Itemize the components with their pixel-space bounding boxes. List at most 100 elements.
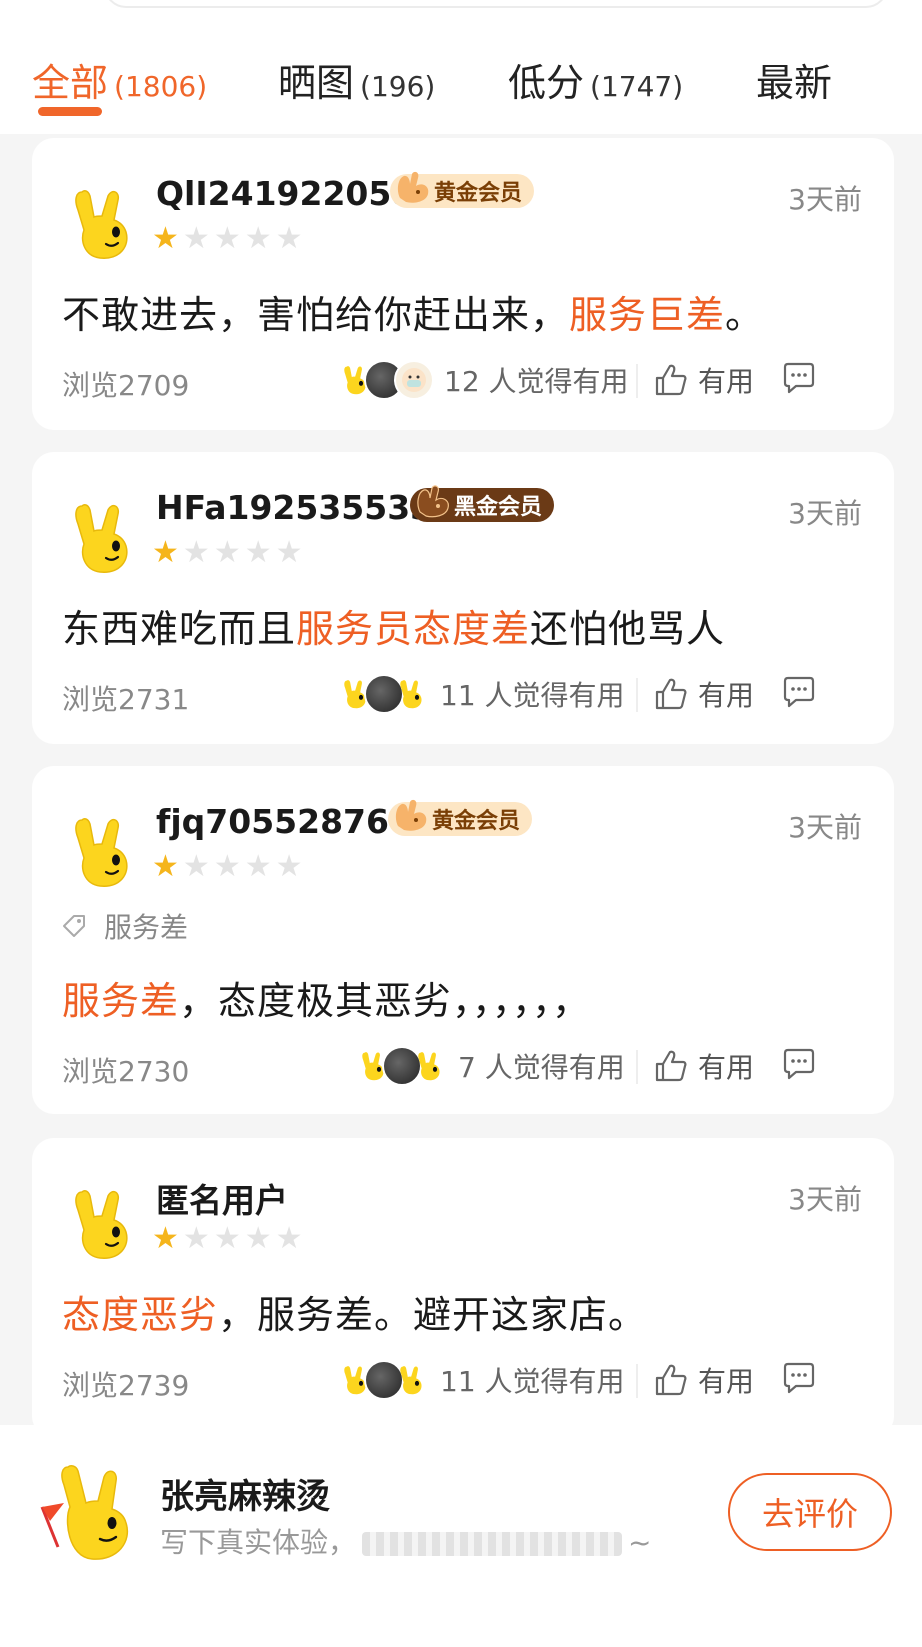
review-time: 3天前: [788, 811, 862, 844]
username[interactable]: QlI241922058: [156, 174, 414, 213]
star-rating: ★ ★ ★ ★ ★: [152, 852, 303, 882]
tab-latest[interactable]: 最新: [756, 52, 832, 105]
star-empty-icon: ★: [182, 849, 210, 884]
star-filled-icon: ★: [152, 1221, 179, 1256]
star-empty-icon: ★: [182, 535, 210, 570]
mini-mascot-avatar-icon: [394, 676, 430, 712]
active-tab-indicator: [38, 107, 102, 116]
review-text-part: ，态度极其恶劣，，，，，，: [179, 979, 592, 1023]
helpful-summary[interactable]: 12 人觉得有用: [338, 360, 629, 400]
thumbs-up-icon: [655, 1364, 687, 1396]
comment-icon[interactable]: [782, 676, 816, 708]
review-input-placeholder[interactable]: 写下真实体验， ~: [160, 1521, 651, 1561]
tab-all[interactable]: 全部 (1806): [32, 52, 207, 105]
tag-label: 服务差: [104, 911, 189, 944]
comment-icon[interactable]: [782, 1048, 816, 1080]
review-text-highlight: 服务员态度差: [296, 607, 531, 651]
member-badge: 黑金会员: [410, 485, 555, 522]
helpful-avatars: [338, 674, 430, 714]
star-rating: ★ ★ ★ ★ ★: [152, 1224, 303, 1254]
tag-icon: [63, 915, 85, 937]
star-empty-icon: ★: [244, 535, 272, 570]
star-empty-icon: ★: [213, 221, 241, 256]
helpful-avatars: [338, 360, 434, 400]
tab-count: (1806): [114, 70, 208, 103]
comment-icon[interactable]: [782, 1362, 816, 1394]
view-count: 浏览2739: [62, 1369, 190, 1402]
blurred-text: [362, 1532, 623, 1556]
helpful-summary[interactable]: 11 人觉得有用: [338, 674, 625, 714]
review-text-part: 不敢进去，害怕给你赶出来，: [62, 293, 570, 337]
star-empty-icon: ★: [244, 1221, 272, 1256]
review-tag[interactable]: 服务差: [60, 906, 188, 946]
star-empty-icon: ★: [213, 849, 241, 884]
member-crown-icon: [397, 171, 429, 203]
review-text-part: 。: [725, 293, 765, 337]
review-text[interactable]: 东西难吃而且服务员态度差还怕他骂人: [62, 598, 725, 653]
review-text[interactable]: 服务差，态度极其恶劣，，，，，，: [62, 970, 591, 1025]
placeholder-tilde: ~: [628, 1526, 652, 1559]
tab-count: (196): [360, 70, 436, 103]
star-empty-icon: ★: [182, 1221, 210, 1256]
view-count: 浏览2709: [62, 369, 190, 402]
helpful-count: 11 人觉得有用: [440, 679, 625, 712]
shop-name: 张亮麻辣烫: [160, 1477, 330, 1517]
star-empty-icon: ★: [213, 1221, 241, 1256]
star-rating: ★ ★ ★ ★ ★: [152, 224, 303, 254]
view-count: 浏览2731: [62, 683, 190, 716]
helpful-avatars: [338, 1360, 430, 1400]
divider: [636, 1050, 638, 1084]
review-text-highlight: 服务差: [62, 979, 180, 1023]
review-text[interactable]: 不敢进去，害怕给你赶出来，服务巨差。: [62, 284, 764, 339]
divider: [636, 364, 638, 398]
user-avatar-mascot-icon[interactable]: [68, 186, 140, 262]
star-empty-icon: ★: [275, 221, 303, 256]
tab-low-score[interactable]: 低分 (1747): [508, 52, 683, 105]
user-avatar-mascot-icon[interactable]: [68, 814, 140, 890]
star-filled-icon: ★: [152, 221, 179, 256]
review-time: 3天前: [788, 1183, 862, 1216]
useful-button[interactable]: 有用: [654, 360, 754, 400]
review-card: 匿名用户 3天前 ★ ★ ★ ★ ★ 态度恶劣，服务差。避开这家店。 浏览273…: [32, 1138, 894, 1438]
star-empty-icon: ★: [244, 849, 272, 884]
star-empty-icon: ★: [275, 535, 303, 570]
helpful-avatars: [356, 1046, 448, 1086]
review-text-part: ，服务差。避开这家店。: [218, 1293, 648, 1337]
review-card: fjq705528766 黄金会员 3天前 ★ ★ ★ ★ ★ 服务差 服务差，…: [32, 766, 894, 1114]
divider: [636, 678, 638, 712]
user-avatar-mascot-icon[interactable]: [68, 500, 140, 576]
review-time: 3天前: [788, 183, 862, 216]
thumbs-up-icon: [655, 678, 687, 710]
badge-label: 黑金会员: [454, 495, 543, 520]
view-count: 浏览2730: [62, 1055, 190, 1088]
thumbs-up-icon: [655, 364, 687, 396]
tab-label: 晒图: [278, 61, 355, 105]
helpful-count: 12 人觉得有用: [444, 365, 629, 398]
star-filled-icon: ★: [152, 535, 179, 570]
review-text[interactable]: 态度恶劣，服务差。避开这家店。: [62, 1284, 647, 1339]
tab-label: 低分: [508, 61, 585, 105]
tab-photos[interactable]: 晒图 (196): [278, 52, 435, 105]
review-card: HFa192535533 黑金会员 3天前 ★ ★ ★ ★ ★ 东西难吃而且服务…: [32, 452, 894, 744]
placeholder-text: 写下真实体验，: [160, 1526, 357, 1559]
useful-label: 有用: [698, 679, 755, 712]
username[interactable]: HFa192535533: [156, 488, 433, 527]
search-box-edge[interactable]: [104, 0, 888, 8]
review-text-part: 还怕他骂人: [530, 607, 726, 651]
tab-label: 最新: [756, 61, 833, 105]
username[interactable]: fjq705528766: [156, 802, 412, 841]
useful-button[interactable]: 有用: [654, 1046, 754, 1086]
review-time: 3天前: [788, 497, 862, 530]
useful-button[interactable]: 有用: [654, 674, 754, 714]
helpful-summary[interactable]: 7 人觉得有用: [356, 1046, 625, 1086]
write-review-button[interactable]: 去评价: [728, 1473, 892, 1551]
mini-mascot-avatar-icon: [394, 1362, 430, 1398]
user-avatar-mascot-icon[interactable]: [68, 1186, 140, 1262]
member-badge: 黄金会员: [388, 799, 533, 836]
star-empty-icon: ★: [244, 221, 272, 256]
useful-button[interactable]: 有用: [654, 1360, 754, 1400]
mini-mascot-avatar-icon: [412, 1048, 448, 1084]
helpful-summary[interactable]: 11 人觉得有用: [338, 1360, 625, 1400]
username[interactable]: 匿名用户: [156, 1174, 288, 1222]
comment-icon[interactable]: [782, 362, 816, 394]
